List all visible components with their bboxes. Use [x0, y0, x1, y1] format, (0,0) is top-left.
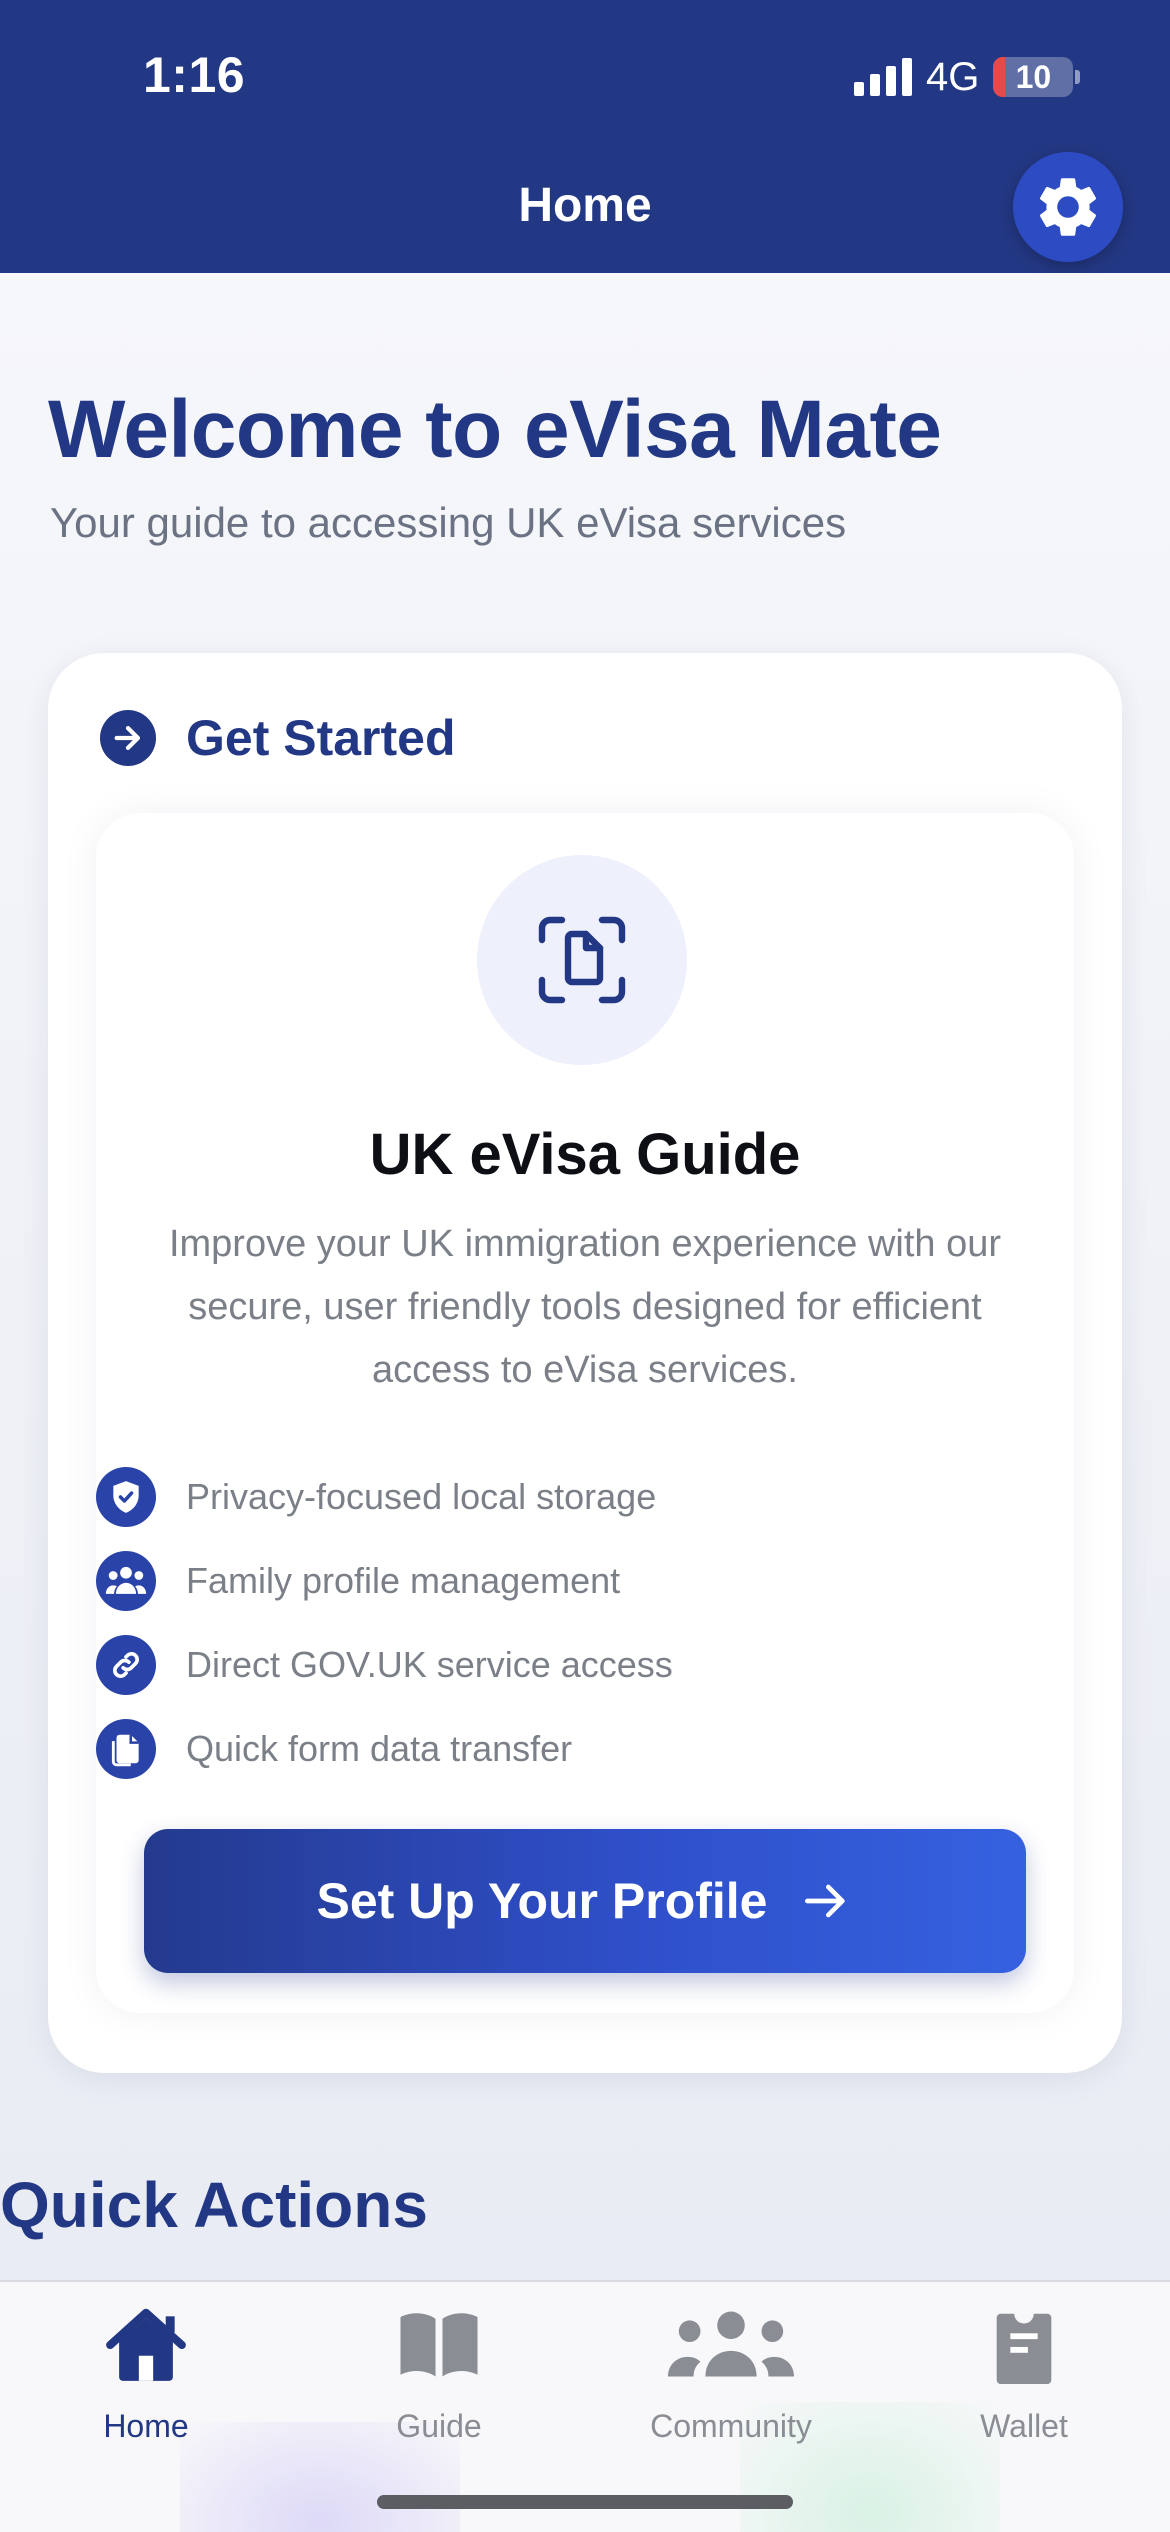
welcome-title: Welcome to eVisa Mate [48, 384, 942, 475]
battery-icon: 10 [993, 57, 1081, 97]
settings-button[interactable] [1013, 152, 1123, 262]
document-scan-icon [477, 855, 687, 1065]
tab-label: Wallet [980, 2408, 1068, 2444]
documents-icon [96, 1719, 156, 1779]
gear-icon [1039, 178, 1097, 236]
get-started-label: Get Started [186, 710, 456, 766]
feature-label: Family profile management [186, 1560, 621, 1601]
book-icon [397, 2300, 481, 2390]
home-indicator[interactable] [377, 2495, 793, 2509]
feature-item: Privacy-focused local storage [96, 1455, 996, 1539]
feature-item: Quick form data transfer [96, 1707, 996, 1791]
get-started-header: Get Started [100, 709, 456, 767]
top-header: 1:16 4G 10 Home [0, 0, 1170, 273]
feature-item: Direct GOV.UK service access [96, 1623, 996, 1707]
tab-community[interactable]: Community [621, 2300, 841, 2470]
feature-item: Family profile management [96, 1539, 996, 1623]
tab-wallet[interactable]: Wallet [914, 2300, 1134, 2470]
network-type: 4G [926, 54, 980, 99]
welcome-subtitle: Your guide to accessing UK eVisa service… [50, 499, 847, 546]
get-started-card: Get Started UK eVisa Guide Improve your … [48, 653, 1122, 2073]
status-time: 1:16 [143, 47, 246, 103]
status-indicators: 4G 10 [854, 52, 1081, 102]
feature-label: Direct GOV.UK service access [186, 1644, 673, 1685]
page-title: Home [518, 179, 652, 232]
tab-guide[interactable]: Guide [329, 2300, 549, 2470]
house-icon [103, 2300, 189, 2390]
home-content[interactable]: Welcome to eVisa Mate Your guide to acce… [0, 273, 1170, 2280]
tab-home[interactable]: Home [36, 2300, 256, 2470]
link-icon [96, 1635, 156, 1695]
battery-level: 10 [1015, 58, 1052, 95]
setup-profile-label: Set Up Your Profile [316, 1873, 768, 1929]
tab-label: Guide [396, 2408, 482, 2444]
feature-label: Privacy-focused local storage [186, 1476, 657, 1517]
guide-title: UK eVisa Guide [369, 1122, 801, 1187]
arrow-right-circle-icon [100, 710, 156, 766]
signal-icon [854, 58, 912, 96]
shield-check-icon [96, 1467, 156, 1527]
evisa-guide-card: UK eVisa Guide Improve your UK immigrati… [96, 813, 1074, 2013]
arrow-right-icon [804, 1884, 845, 1918]
feature-list: Privacy-focused local storage Family pro… [96, 1455, 996, 1791]
guide-description: Improve your UK immigration experience w… [168, 1223, 1002, 1391]
setup-profile-button[interactable]: Set Up Your Profile [144, 1829, 1026, 1973]
quick-actions-title: Quick Actions [0, 2169, 428, 2241]
feature-label: Quick form data transfer [186, 1728, 573, 1769]
people-icon [96, 1551, 156, 1611]
tab-label: Home [103, 2408, 189, 2444]
tab-label: Community [650, 2408, 812, 2444]
wallet-icon [994, 2300, 1054, 2390]
people-icon [666, 2300, 796, 2390]
